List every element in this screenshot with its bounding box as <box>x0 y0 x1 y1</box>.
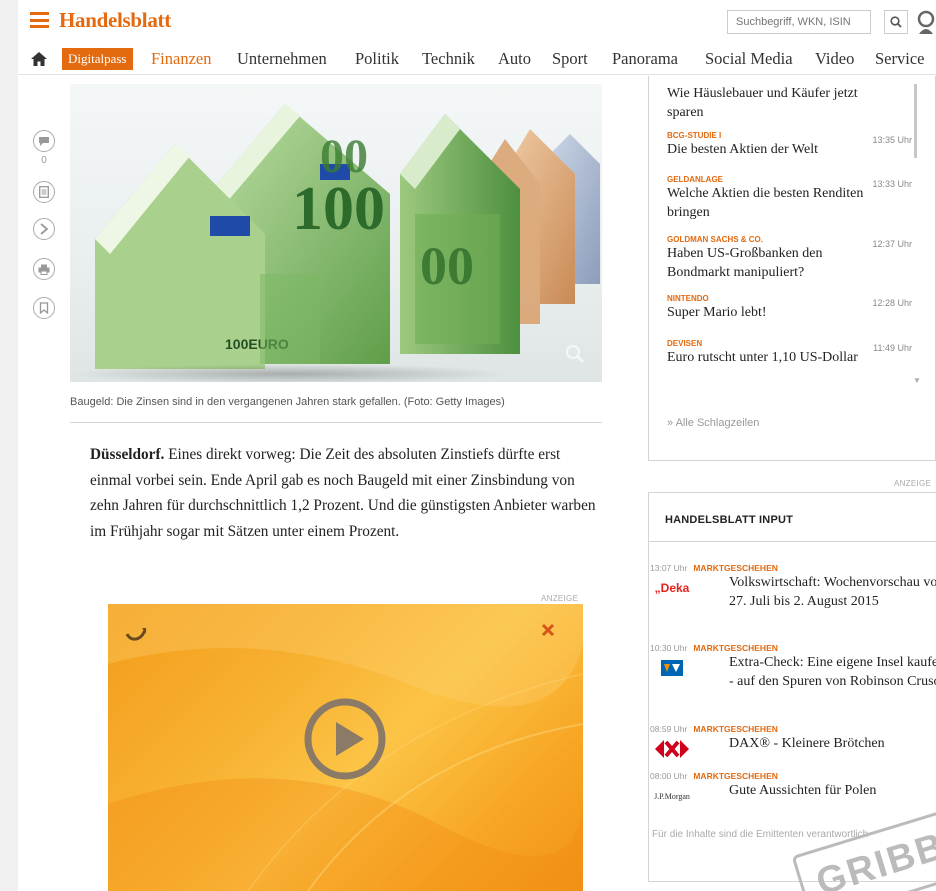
headline-item[interactable]: GOLDMAN SACHS & CO. 12:37 Uhr Haben US-G… <box>667 235 912 282</box>
nav-item-politik[interactable]: Politik <box>355 49 399 69</box>
input-time: 13:07 Uhr <box>650 563 688 573</box>
nav-item-unternehmen[interactable]: Unternehmen <box>237 49 327 69</box>
comment-button[interactable] <box>33 130 55 152</box>
input-panel-title: HANDELSBLATT INPUT <box>665 514 794 526</box>
ad-label: ANZEIGE <box>541 594 579 603</box>
menu-icon[interactable] <box>30 12 49 28</box>
ad-label: ANZEIGE <box>894 479 932 488</box>
input-title[interactable]: Gute Aussichten für Polen <box>729 781 936 800</box>
share-icon <box>40 223 49 235</box>
close-icon[interactable] <box>540 622 556 638</box>
volksbank-logo <box>650 659 694 677</box>
document-icon <box>39 186 49 198</box>
nav-item-video[interactable]: Video <box>815 49 854 69</box>
article-text: Eines direkt vorweg: Die Zeit des absolu… <box>90 446 596 540</box>
headline-time: 13:35 Uhr <box>872 135 912 145</box>
search-input[interactable] <box>728 11 870 33</box>
input-time: 10:30 Uhr <box>650 643 688 653</box>
user-icon[interactable] <box>916 10 936 34</box>
home-icon[interactable] <box>31 52 47 66</box>
input-time: 08:59 Uhr <box>650 724 688 734</box>
nav-item-auto[interactable]: Auto <box>498 49 531 69</box>
headline-title[interactable]: Euro rutscht unter 1,10 US-Dollar <box>667 348 887 367</box>
headline-title[interactable]: Die besten Aktien der Welt <box>667 140 887 159</box>
headlines-scrollbar[interactable] <box>914 84 917 158</box>
print-icon <box>38 264 50 275</box>
svg-text:00: 00 <box>420 236 474 296</box>
deutsche-bank-logo <box>650 740 694 758</box>
top-bar: Handelsblatt <box>18 0 936 44</box>
input-category: MARKTGESCHEHEN <box>693 771 778 781</box>
article-button[interactable] <box>33 181 55 203</box>
nav-item-service[interactable]: Service <box>875 49 924 69</box>
input-item[interactable]: 10:30 Uhr MARKTGESCHEHEN Extra-Check: Ein… <box>650 643 936 691</box>
play-icon[interactable] <box>303 697 387 781</box>
input-item[interactable]: 08:00 Uhr MARKTGESCHEHEN J.P.Morgan Gute … <box>650 771 936 801</box>
input-item[interactable]: 08:59 Uhr MARKTGESCHEHEN DAX® - Kleinere … <box>650 724 936 758</box>
svg-text:00: 00 <box>320 130 368 183</box>
headline-kicker: GOLDMAN SACHS & CO. <box>667 235 763 244</box>
nav-item-sport[interactable]: Sport <box>552 49 588 69</box>
zoom-icon <box>566 345 584 363</box>
input-category: MARKTGESCHEHEN <box>693 724 778 734</box>
input-title[interactable]: Extra-Check: Eine eigene Insel kaufen - … <box>729 653 936 691</box>
headline-title[interactable]: Haben US-Großbanken den Bondmarkt manipu… <box>667 244 887 282</box>
headline-time: 13:33 Uhr <box>872 179 912 189</box>
video-ad[interactable] <box>108 604 583 891</box>
input-category: MARKTGESCHEHEN <box>693 643 778 653</box>
deka-logo: „Deka <box>654 581 690 595</box>
article-hero-image[interactable]: 00 100 00 100EURO <box>70 84 602 382</box>
headline-item[interactable]: GELDANLAGE 13:33 Uhr Welche Aktien die b… <box>667 175 912 222</box>
share-button[interactable] <box>33 218 55 240</box>
headline-kicker: GELDANLAGE <box>667 175 723 184</box>
site-logo[interactable]: Handelsblatt <box>59 8 171 33</box>
headline-title[interactable]: Welche Aktien die besten Renditen bringe… <box>667 184 887 222</box>
nav-item-finanzen[interactable]: Finanzen <box>151 49 211 69</box>
print-button[interactable] <box>33 258 55 280</box>
headline-title[interactable]: Super Mario lebt! <box>667 303 887 322</box>
dateline: Düsseldorf. <box>90 446 165 463</box>
comment-icon <box>39 136 49 146</box>
headline-item[interactable]: BCG-STUDIE I 13:35 Uhr Die besten Aktien… <box>667 131 912 159</box>
nav-item-social-media[interactable]: Social Media <box>705 49 793 69</box>
input-category: MARKTGESCHEHEN <box>693 563 778 573</box>
headline-item[interactable]: Wie Häuslebauer und Käufer jetzt sparen <box>667 84 887 122</box>
headline-title[interactable]: Wie Häuslebauer und Käufer jetzt sparen <box>667 84 887 122</box>
headline-kicker: BCG-STUDIE I <box>667 131 722 140</box>
headline-item[interactable]: DEVISEN 11:49 Uhr Euro rutscht unter 1,1… <box>667 339 912 367</box>
all-headlines-link[interactable]: » Alle Schlagzeilen <box>667 417 759 429</box>
replay-icon[interactable] <box>124 624 148 642</box>
scroll-down-icon[interactable]: ▼ <box>913 376 921 385</box>
article-paragraph: Düsseldorf. Eines direkt vorweg: Die Zei… <box>90 442 602 544</box>
page: Handelsblatt Digitalpass Finanzen Untern… <box>18 0 936 891</box>
input-time: 08:00 Uhr <box>650 771 688 781</box>
headline-kicker: NINTENDO <box>667 294 709 303</box>
search-button[interactable] <box>884 10 908 34</box>
search-field[interactable] <box>727 10 871 34</box>
headline-item[interactable]: NINTENDO 12:28 Uhr Super Mario lebt! <box>667 294 912 322</box>
headline-time: 11:49 Uhr <box>873 343 912 353</box>
bookmark-button[interactable] <box>33 297 55 319</box>
nav-item-panorama[interactable]: Panorama <box>612 49 678 69</box>
input-title[interactable]: Volkswirtschaft: Wochenvorschau vom 27. … <box>729 573 936 611</box>
input-title[interactable]: DAX® - Kleinere Brötchen <box>729 734 936 753</box>
headline-time: 12:28 Uhr <box>872 298 912 308</box>
main-navigation: Digitalpass Finanzen Unternehmen Politik… <box>18 45 936 75</box>
image-caption: Baugeld: Die Zinsen sind in den vergange… <box>70 396 505 408</box>
input-item[interactable]: 13:07 Uhr MARKTGESCHEHEN „Deka Volkswirts… <box>650 563 936 611</box>
bookmark-icon <box>39 302 49 314</box>
divider <box>648 541 936 542</box>
comment-count: 0 <box>41 155 47 166</box>
divider <box>70 422 602 423</box>
svg-text:100: 100 <box>292 175 385 243</box>
headline-time: 12:37 Uhr <box>872 239 912 249</box>
nav-item-technik[interactable]: Technik <box>422 49 475 69</box>
search-icon <box>890 16 902 28</box>
headline-kicker: DEVISEN <box>667 339 703 348</box>
nav-digitalpass[interactable]: Digitalpass <box>62 48 133 70</box>
jpmorgan-logo: J.P.Morgan <box>654 791 690 801</box>
